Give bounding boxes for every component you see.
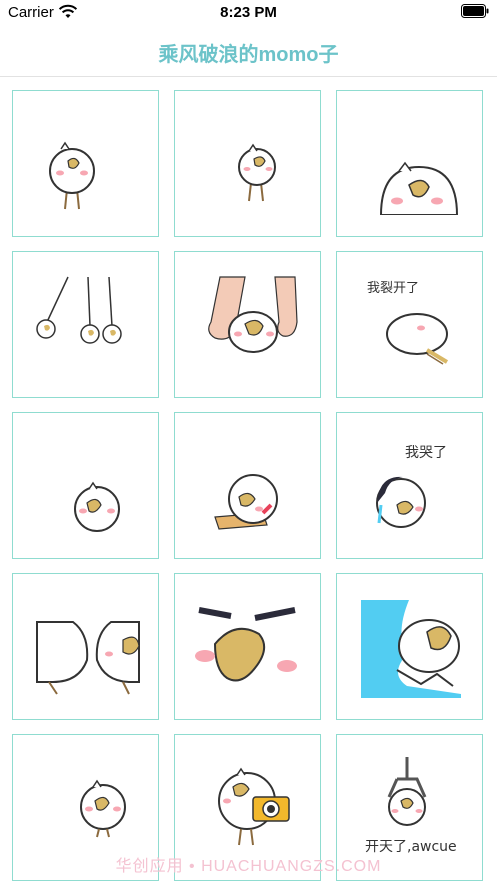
sticker-cell[interactable]: 我裂开了 bbox=[336, 251, 483, 398]
birds-facing-sticker bbox=[36, 621, 140, 695]
bird-writing-sticker bbox=[214, 474, 278, 530]
sticker-caption: 我裂开了 bbox=[367, 281, 419, 296]
battery-icon bbox=[461, 4, 489, 18]
bird-crying-sticker: 我哭了 bbox=[376, 445, 447, 528]
bird-small-sticker bbox=[74, 481, 120, 532]
navigation-bar: 乘风破浪的momo子 bbox=[0, 26, 497, 77]
sticker-caption: 我哭了 bbox=[405, 445, 447, 461]
bird-wave-sticker bbox=[361, 600, 461, 698]
bird-side-sticker bbox=[238, 143, 276, 202]
sticker-cell[interactable] bbox=[12, 573, 159, 720]
bird-squeezed-sticker bbox=[208, 276, 298, 353]
sticker-cell[interactable]: 我哭了 bbox=[336, 412, 483, 559]
sticker-cell[interactable] bbox=[12, 412, 159, 559]
bird-peek-sticker bbox=[377, 161, 467, 219]
sticker-cell[interactable] bbox=[174, 90, 321, 237]
sticker-cell[interactable] bbox=[12, 90, 159, 237]
sticker-cell[interactable] bbox=[174, 412, 321, 559]
watermark: 华创应用 • HUACHUANGZS.COM bbox=[115, 858, 382, 875]
sticker-grid: 我裂开了 我哭了 开天了,awcue bbox=[0, 77, 497, 883]
sticker-cell[interactable] bbox=[336, 573, 483, 720]
bird-standing-sticker bbox=[49, 141, 95, 210]
bird-lying-sticker: 我裂开了 bbox=[367, 281, 449, 365]
sticker-cell[interactable] bbox=[174, 573, 321, 720]
bird-closeup-sticker bbox=[195, 596, 301, 698]
sticker-cell[interactable] bbox=[174, 251, 321, 398]
sticker-cell[interactable] bbox=[12, 251, 159, 398]
page-title: 乘风破浪的momo子 bbox=[158, 44, 339, 66]
birds-swinging-sticker bbox=[36, 276, 122, 344]
sticker-cell[interactable] bbox=[336, 90, 483, 237]
status-time: 8:23 PM bbox=[220, 4, 277, 21]
status-bar: Carrier 8:23 PM bbox=[0, 0, 497, 26]
